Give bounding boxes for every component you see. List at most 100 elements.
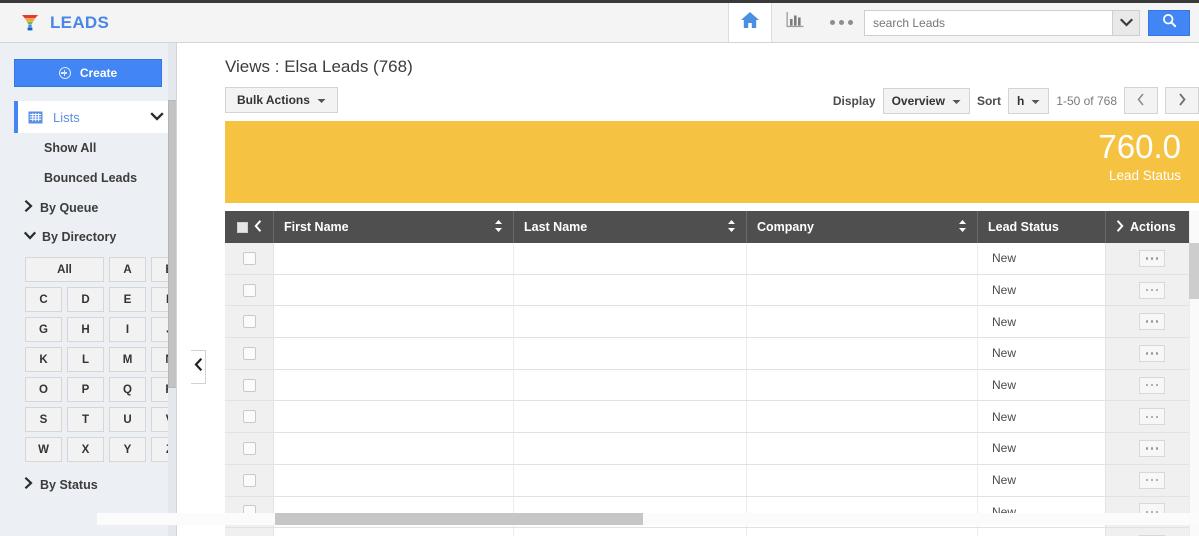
row-select-cell[interactable]: [225, 528, 274, 536]
table-row[interactable]: New: [225, 274, 1199, 307]
row-select-cell[interactable]: [225, 306, 274, 338]
sidebar-group-by-queue[interactable]: By Queue: [0, 193, 176, 222]
row-actions-button[interactable]: [1139, 471, 1165, 489]
search-scope-dropdown[interactable]: [1112, 9, 1140, 36]
cell-actions: [1106, 306, 1199, 338]
row-checkbox[interactable]: [242, 251, 256, 265]
sidebar-item-show-all-label: Show All: [44, 141, 97, 155]
row-checkbox[interactable]: [242, 473, 256, 487]
alpha-filter-y[interactable]: Y: [109, 437, 146, 462]
cell-last-name: [514, 369, 747, 401]
select-all-header[interactable]: [225, 211, 274, 243]
alpha-filter-h[interactable]: H: [67, 317, 104, 342]
alpha-filter-a[interactable]: A: [109, 257, 146, 282]
alpha-filter-e[interactable]: E: [109, 287, 146, 312]
display-select[interactable]: Overview: [882, 87, 970, 114]
row-checkbox[interactable]: [242, 315, 256, 329]
alpha-filter-i[interactable]: I: [109, 317, 146, 342]
cell-company: [747, 401, 978, 433]
sidebar-item-show-all[interactable]: Show All: [0, 133, 176, 163]
cell-first-name: [274, 464, 514, 496]
select-all-checkbox[interactable]: [236, 221, 248, 233]
row-select-cell[interactable]: [225, 274, 274, 306]
sidebar-collapse-toggle[interactable]: [191, 350, 206, 384]
alpha-filter-o[interactable]: O: [25, 377, 62, 402]
alpha-filter-x[interactable]: X: [67, 437, 104, 462]
row-select-cell[interactable]: [225, 464, 274, 496]
search-input[interactable]: [864, 9, 1112, 36]
row-checkbox[interactable]: [242, 346, 256, 360]
alpha-filter-c[interactable]: C: [25, 287, 62, 312]
row-actions-button[interactable]: [1139, 249, 1165, 267]
column-header-actions[interactable]: Actions: [1106, 211, 1199, 243]
row-checkbox[interactable]: [242, 283, 256, 297]
alpha-filter-t[interactable]: T: [67, 407, 104, 432]
pagination-range: 1-50 of 768: [1056, 93, 1117, 108]
chevron-left-icon[interactable]: [253, 219, 262, 235]
cell-last-name: [514, 338, 747, 369]
table-row[interactable]: New: [225, 243, 1199, 275]
row-checkbox[interactable]: [242, 441, 256, 455]
table-vertical-scrollbar-thumb[interactable]: [1189, 243, 1199, 299]
more-menu-button[interactable]: [818, 3, 864, 42]
brand: LEADS: [0, 3, 600, 42]
home-button[interactable]: [729, 3, 772, 42]
top-bar: LEADS: [0, 0, 1199, 43]
alpha-filter-s[interactable]: S: [25, 407, 62, 432]
table-horizontal-scroll-track[interactable]: [97, 513, 1199, 525]
sidebar-group-by-directory[interactable]: By Directory: [0, 222, 176, 251]
sidebar-scrollbar-thumb[interactable]: [168, 100, 176, 388]
alpha-filter-p[interactable]: P: [67, 377, 104, 402]
row-actions-button[interactable]: [1139, 408, 1165, 426]
sidebar-group-by-status[interactable]: By Status: [0, 470, 176, 499]
sort-toggle-icon[interactable]: [494, 219, 503, 236]
table-row[interactable]: New: [225, 401, 1199, 434]
alpha-filter-m[interactable]: M: [109, 347, 146, 372]
table-row[interactable]: New: [225, 369, 1199, 402]
row-select-cell[interactable]: [225, 243, 274, 274]
row-select-cell[interactable]: [225, 433, 274, 464]
alpha-filter-w[interactable]: W: [25, 437, 62, 462]
column-header-company[interactable]: Company: [747, 211, 978, 243]
row-select-cell[interactable]: [225, 338, 274, 369]
search-button[interactable]: [1148, 9, 1190, 36]
create-button[interactable]: Create: [14, 59, 162, 87]
row-actions-button[interactable]: [1139, 281, 1165, 299]
table-row[interactable]: New: [225, 433, 1199, 465]
bulk-actions-button[interactable]: Bulk Actions: [225, 87, 338, 113]
sort-toggle-icon[interactable]: [958, 219, 967, 236]
sidebar-group-by-status-label: By Status: [40, 477, 98, 492]
row-actions-button[interactable]: [1139, 439, 1165, 457]
alpha-filter-q[interactable]: Q: [109, 377, 146, 402]
table-row[interactable]: New: [225, 464, 1199, 497]
sidebar-item-lists[interactable]: Lists: [14, 101, 176, 133]
alpha-filter-k[interactable]: K: [25, 347, 62, 372]
row-actions-button[interactable]: [1139, 376, 1165, 394]
row-actions-button[interactable]: [1139, 313, 1165, 331]
row-checkbox[interactable]: [242, 378, 256, 392]
next-page-button[interactable]: [1165, 87, 1199, 114]
table-row[interactable]: New: [225, 306, 1199, 339]
sort-toggle-icon[interactable]: [727, 219, 736, 236]
alpha-filter-l[interactable]: L: [67, 347, 104, 372]
row-checkbox[interactable]: [242, 410, 256, 424]
row-actions-button[interactable]: [1139, 344, 1165, 362]
alpha-filter-u[interactable]: U: [109, 407, 146, 432]
cell-actions: [1106, 274, 1199, 306]
table-horizontal-scrollbar-thumb[interactable]: [275, 513, 643, 525]
chevron-right-icon[interactable]: [1116, 219, 1124, 235]
sidebar-item-bounced-leads[interactable]: Bounced Leads: [0, 163, 176, 193]
column-header-last-name[interactable]: Last Name: [514, 211, 747, 243]
column-header-first-name[interactable]: First Name: [274, 211, 514, 243]
sort-select[interactable]: h: [1007, 87, 1050, 114]
row-select-cell[interactable]: [225, 401, 274, 433]
row-select-cell[interactable]: [225, 369, 274, 401]
alpha-filter-g[interactable]: G: [25, 317, 62, 342]
column-header-lead-status[interactable]: Lead Status: [978, 211, 1106, 243]
alpha-filter-all[interactable]: All: [25, 257, 104, 282]
previous-page-button[interactable]: [1124, 87, 1158, 114]
reports-button[interactable]: [772, 3, 818, 42]
alpha-filter-d[interactable]: D: [67, 287, 104, 312]
table-row[interactable]: New: [225, 528, 1199, 536]
table-row[interactable]: New: [225, 338, 1199, 370]
